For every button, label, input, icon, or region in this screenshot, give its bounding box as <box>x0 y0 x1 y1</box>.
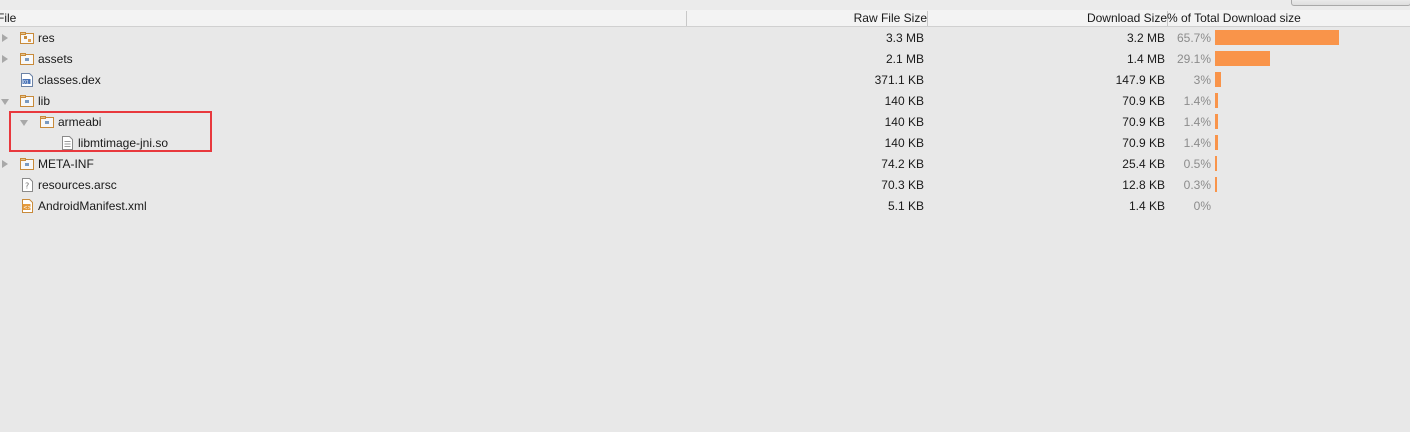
raw-size-value: 74.2 KB <box>881 157 924 171</box>
xml-file-icon: <> <box>22 199 33 213</box>
percent-bar <box>1215 156 1217 171</box>
percent-value: 3% <box>1193 73 1211 87</box>
file-name: lib <box>38 94 51 108</box>
download-size-value: 1.4 MB <box>1126 52 1165 66</box>
percent-value: 1.4% <box>1183 94 1211 108</box>
folder-icon <box>20 53 34 65</box>
raw-size-value: 371.1 KB <box>874 73 924 87</box>
download-size-value: 70.9 KB <box>1122 115 1165 129</box>
column-divider[interactable] <box>927 11 928 26</box>
column-header-raw-size[interactable]: Raw File Size <box>854 11 927 26</box>
tree-row[interactable]: META-INF 74.2 KB 25.4 KB 0.5% <box>0 154 1410 175</box>
collapse-arrow-icon[interactable] <box>1 99 9 105</box>
table-header: File Raw File Size Download Size % of To… <box>0 10 1410 27</box>
percent-value: 0% <box>1193 199 1211 213</box>
file-name: classes.dex <box>38 73 101 87</box>
download-size-value: 147.9 KB <box>1115 73 1165 87</box>
percent-bar <box>1215 177 1217 192</box>
raw-size-value: 140 KB <box>884 94 924 108</box>
unknown-file-icon: ? <box>22 178 33 192</box>
column-header-download-size[interactable]: Download Size <box>1087 11 1167 26</box>
tree-row[interactable]: ? resources.arsc 70.3 KB 12.8 KB 0.3% <box>0 175 1410 196</box>
raw-size-value: 2.1 MB <box>885 52 924 66</box>
dex-file-icon: 01 <box>21 73 33 87</box>
tree-row[interactable]: 01 classes.dex 371.1 KB 147.9 KB 3% <box>0 70 1410 91</box>
percent-bar <box>1215 114 1218 129</box>
expand-arrow-icon[interactable] <box>2 34 8 42</box>
percent-value: 1.4% <box>1183 115 1211 129</box>
column-header-file[interactable]: File <box>0 11 16 26</box>
expand-arrow-icon[interactable] <box>2 160 8 168</box>
tree-row[interactable]: assets 2.1 MB 1.4 MB 29.1% <box>0 49 1410 70</box>
file-name: AndroidManifest.xml <box>38 199 147 213</box>
svg-text:<>: <> <box>23 205 31 211</box>
svg-text:01: 01 <box>23 80 29 86</box>
folder-icon <box>20 158 34 170</box>
file-name: resources.arsc <box>38 178 117 192</box>
tree-row[interactable]: lib 140 KB 70.9 KB 1.4% <box>0 91 1410 112</box>
percent-bar <box>1215 72 1221 87</box>
file-name: assets <box>38 52 73 66</box>
percent-value: 0.3% <box>1183 178 1211 192</box>
raw-size-value: 3.3 MB <box>885 31 924 45</box>
raw-size-value: 140 KB <box>884 136 924 150</box>
percent-bar <box>1215 51 1270 66</box>
percent-value: 0.5% <box>1183 157 1211 171</box>
download-size-value: 12.8 KB <box>1122 178 1165 192</box>
top-strip <box>0 0 1410 10</box>
percent-bar <box>1215 93 1218 108</box>
expand-arrow-icon[interactable] <box>2 55 8 63</box>
percent-value: 65.7% <box>1176 31 1211 45</box>
folder-icon <box>20 95 34 107</box>
highlight-box <box>9 111 212 152</box>
percent-bar <box>1215 135 1218 150</box>
download-size-value: 3.2 MB <box>1126 31 1165 45</box>
raw-size-value: 5.1 KB <box>887 199 924 213</box>
percent-bar <box>1215 30 1339 45</box>
tree-row[interactable]: res 3.3 MB 3.2 MB 65.7% <box>0 28 1410 49</box>
percent-value: 29.1% <box>1176 52 1211 66</box>
download-size-value: 25.4 KB <box>1122 157 1165 171</box>
percent-value: 1.4% <box>1183 136 1211 150</box>
tree-row[interactable]: <> AndroidManifest.xml 5.1 KB 1.4 KB 0% <box>0 196 1410 217</box>
toolbar-button[interactable] <box>1291 0 1410 6</box>
file-name: res <box>38 31 55 45</box>
raw-size-value: 70.3 KB <box>881 178 924 192</box>
download-size-value: 1.4 KB <box>1128 199 1165 213</box>
raw-size-value: 140 KB <box>884 115 924 129</box>
svg-text:?: ? <box>25 182 29 191</box>
column-header-percent-total[interactable]: % of Total Download size <box>1167 11 1301 26</box>
download-size-value: 70.9 KB <box>1122 94 1165 108</box>
download-size-value: 70.9 KB <box>1122 136 1165 150</box>
file-name: META-INF <box>38 157 94 171</box>
folder-res-icon <box>20 32 34 44</box>
column-divider[interactable] <box>686 11 687 26</box>
